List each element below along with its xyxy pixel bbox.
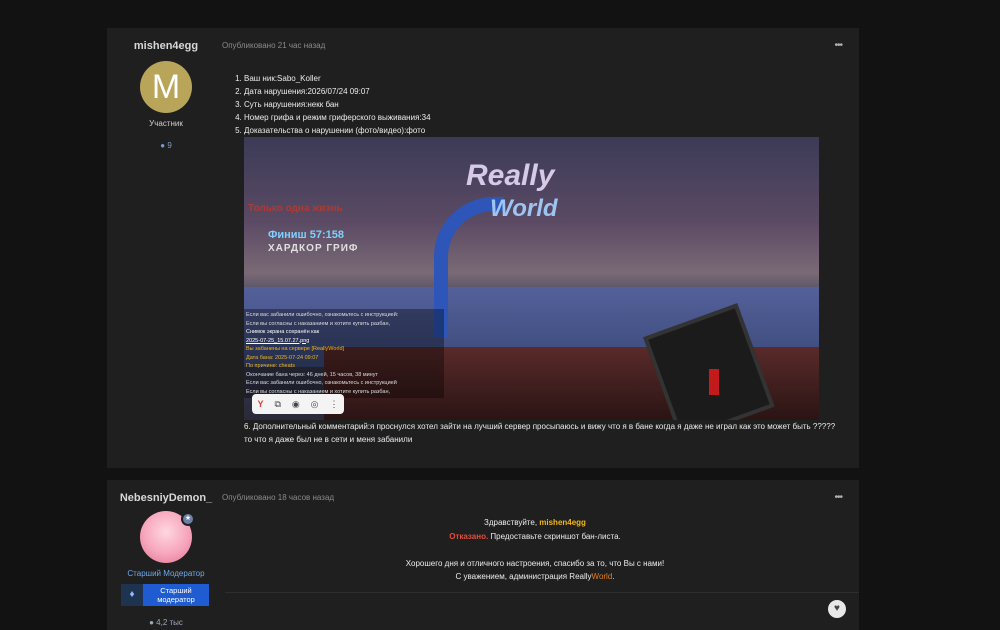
- hud-timer: Финиш 57:158: [268, 229, 345, 241]
- signature-text: С уважением, администрация Really: [455, 572, 592, 581]
- role-badge: ♦ Старший модератор: [121, 584, 209, 606]
- post-date[interactable]: Опубликовано 21 час назад: [222, 41, 325, 50]
- list-item: Суть нарушения:некк бан: [244, 98, 824, 111]
- post-card: mishen4egg M Участник ● 9 Опубликовано 2…: [107, 28, 859, 468]
- screenshot-logo: Really: [466, 159, 555, 192]
- chat-line: Окончание бана через: 46 дней, 15 часов,…: [246, 371, 378, 378]
- hud-title: Только одна жизнь: [248, 203, 343, 214]
- post-date[interactable]: Опубликовано 18 часов назад: [222, 493, 334, 502]
- list-item: Дата нарушения:2026/07/24 09:07: [244, 85, 824, 98]
- post-content: Ваш ник:Sabo_Koller Дата нарушения:2026/…: [234, 72, 824, 137]
- author-column: NebesniyDemon_ ★ Старший Модератор ♦ Ста…: [107, 480, 225, 630]
- verdict: Отказано.: [449, 531, 489, 541]
- comment-text: Дополнительный комментарий:я проснулся х…: [244, 422, 836, 444]
- post-menu-icon[interactable]: •••: [834, 492, 842, 503]
- browser-logo-icon[interactable]: Y: [257, 399, 263, 409]
- translate-icon[interactable]: ⧉: [274, 399, 280, 410]
- role-badge-label: Старший модератор: [143, 584, 209, 606]
- verdict-line: Отказано. Предоставьте скриншот бан-лист…: [225, 530, 845, 544]
- player-hand-detail: [709, 369, 719, 395]
- wish-line: Хорошего дня и отличного настроения, спа…: [405, 558, 665, 568]
- moderator-badge-icon: ★: [181, 512, 195, 526]
- additional-comment: 6. Дополнительный комментарий:я проснулс…: [244, 420, 844, 446]
- author-role: Участник: [149, 119, 183, 128]
- more-icon[interactable]: ⋮: [329, 399, 338, 410]
- chat-line: По причине: cheats: [246, 363, 295, 369]
- list-item: Номер грифа и режим гриферского выживани…: [244, 111, 824, 124]
- list-item: Доказательства о нарушении (фото/видео):…: [244, 124, 824, 137]
- divider: [225, 592, 859, 593]
- author-role: Старший Модератор: [127, 569, 205, 578]
- reputation: ● 4,2 тыс: [107, 618, 225, 627]
- comment-icon: ●: [149, 618, 154, 627]
- signature-line: С уважением, администрация ReallyWorld.: [225, 570, 845, 584]
- post-card: NebesniyDemon_ ★ Старший Модератор ♦ Ста…: [107, 480, 859, 630]
- comment-icon: ●: [160, 141, 166, 150]
- screenshot-logo: World: [490, 195, 558, 222]
- shield-icon: ♦: [121, 584, 143, 606]
- reputation-count: 9: [167, 141, 172, 150]
- chat-line: Снимок экрана сохранён как: [246, 329, 320, 335]
- eye-icon[interactable]: ◉: [292, 399, 300, 410]
- author-column: mishen4egg M Участник ● 9: [107, 28, 225, 468]
- signature-brand: World: [591, 572, 613, 581]
- author-name[interactable]: NebesniyDemon_: [107, 492, 225, 504]
- reply-content: Здравствуйте, mishen4egg Отказано. Предо…: [225, 516, 845, 584]
- signature-suffix: .: [612, 572, 615, 581]
- post-menu-icon[interactable]: •••: [834, 40, 842, 51]
- image-toolbar: Y ⧉ ◉ ◎ ⋮: [252, 394, 344, 414]
- chat-line: Вы забанены на сервере [ReallyWorld]: [246, 346, 345, 352]
- verdict-text: Предоставьте скриншот бан-листа.: [488, 531, 621, 541]
- reputation-count: 4,2 тыс: [156, 618, 183, 627]
- heart-icon[interactable]: ♥: [828, 600, 846, 618]
- reputation: ● 9: [107, 141, 225, 150]
- hud-mode: ХАРДКОР ГРИФ: [268, 243, 359, 254]
- chat-line: Если вас забанили ошибочно, ознакомьтесь…: [246, 380, 397, 386]
- list-item: Ваш ник:Sabo_Koller: [244, 72, 824, 85]
- comment-number: 6.: [244, 422, 251, 431]
- chat-line: 2025-07-25_15.07.27.png: [246, 337, 310, 344]
- avatar[interactable]: M: [140, 61, 192, 113]
- chat-line: Если вас забанили ошибочно, ознакомьтесь…: [246, 312, 399, 318]
- camera-icon[interactable]: ◎: [311, 399, 319, 410]
- game-chat: Если вас забанили ошибочно, ознакомьтесь…: [244, 309, 444, 398]
- greeting-text: Здравствуйте,: [484, 518, 540, 527]
- greeting-username: mishen4egg: [539, 518, 586, 527]
- greeting-line: Здравствуйте, mishen4egg: [225, 516, 845, 530]
- evidence-screenshot[interactable]: Really World Только одна жизнь Финиш 57:…: [244, 137, 819, 420]
- chat-line: Дата бана: 2025-07-24 09:07: [246, 354, 319, 361]
- chat-line: Если вы согласны с наказанием и хотите к…: [246, 320, 391, 327]
- author-name[interactable]: mishen4egg: [107, 40, 225, 52]
